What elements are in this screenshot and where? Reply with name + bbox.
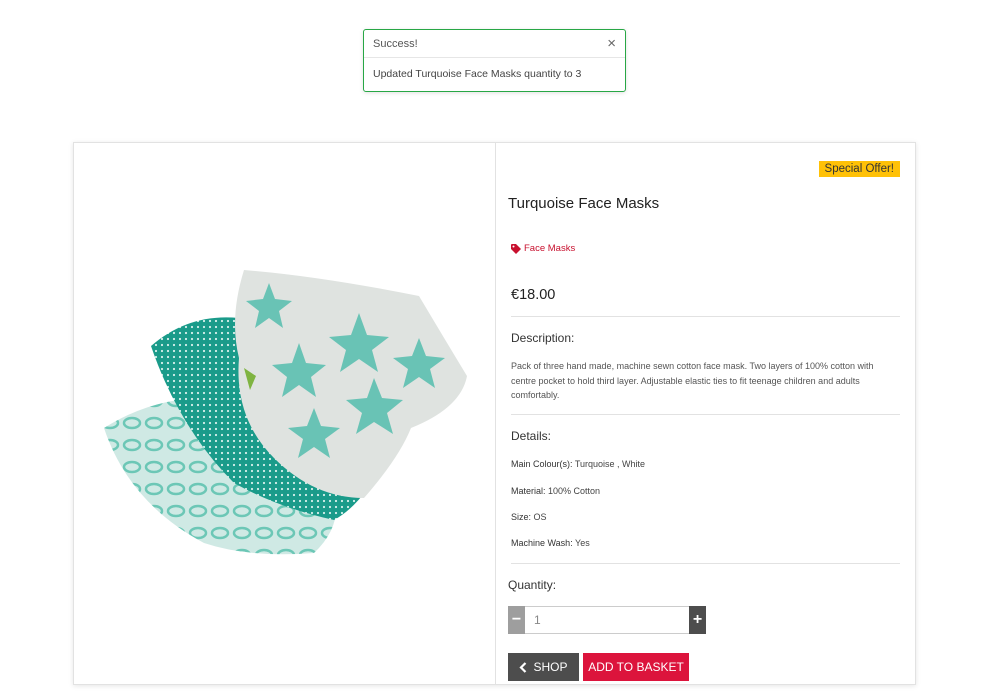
detail-wash-value: Yes — [575, 538, 590, 548]
product-image-panel — [74, 143, 496, 684]
detail-size-label: Size: — [511, 512, 532, 522]
detail-wash-label: Machine Wash: — [511, 538, 573, 548]
chevron-left-icon — [519, 661, 527, 673]
detail-colour-label: Main Colour(s): — [511, 459, 573, 469]
description-heading: Description: — [511, 331, 575, 345]
detail-machine-wash: Machine Wash: Yes — [511, 538, 590, 548]
description-text: Pack of three hand made, machine sewn co… — [511, 361, 874, 400]
close-icon[interactable]: × — [607, 36, 616, 51]
detail-colour: Main Colour(s): Turquoise , White — [511, 459, 645, 469]
quantity-label: Quantity: — [508, 578, 557, 592]
detail-material-label: Material: — [511, 486, 546, 496]
product-info-panel: Special Offer! Turquoise Face Masks Face… — [496, 143, 915, 684]
detail-size: Size: OS — [511, 512, 547, 522]
product-detail-card: Special Offer! Turquoise Face Masks Face… — [73, 142, 916, 685]
category-link[interactable]: Face Masks — [511, 243, 575, 254]
success-toast: Success! × Updated Turquoise Face Masks … — [363, 29, 626, 92]
special-offer-badge: Special Offer! — [818, 161, 900, 177]
shop-button[interactable]: SHOP — [508, 653, 579, 681]
detail-size-value: OS — [533, 512, 547, 522]
toast-header: Success! × — [364, 30, 625, 58]
decrement-button[interactable]: − — [508, 606, 525, 634]
tag-icon — [511, 243, 521, 254]
divider — [511, 414, 900, 415]
detail-material-value: 100% Cotton — [548, 486, 601, 496]
product-price: €18.00 — [511, 287, 556, 303]
divider — [511, 563, 900, 564]
category-label: Face Masks — [524, 243, 576, 254]
details-heading: Details: — [511, 429, 552, 443]
toast-message: Updated Turquoise Face Masks quantity to… — [373, 68, 582, 80]
add-to-basket-button[interactable]: ADD TO BASKET — [583, 653, 689, 681]
quantity-stepper: − + — [508, 606, 706, 634]
detail-colour-value: Turquoise , White — [574, 459, 646, 469]
increment-button[interactable]: + — [689, 606, 706, 634]
detail-material: Material: 100% Cotton — [511, 486, 600, 496]
product-image — [104, 270, 467, 555]
divider — [511, 316, 900, 317]
shop-button-label: SHOP — [533, 660, 568, 674]
product-title: Turquoise Face Masks — [508, 195, 660, 212]
toast-title: Success! — [373, 37, 418, 50]
quantity-input[interactable] — [525, 606, 689, 634]
